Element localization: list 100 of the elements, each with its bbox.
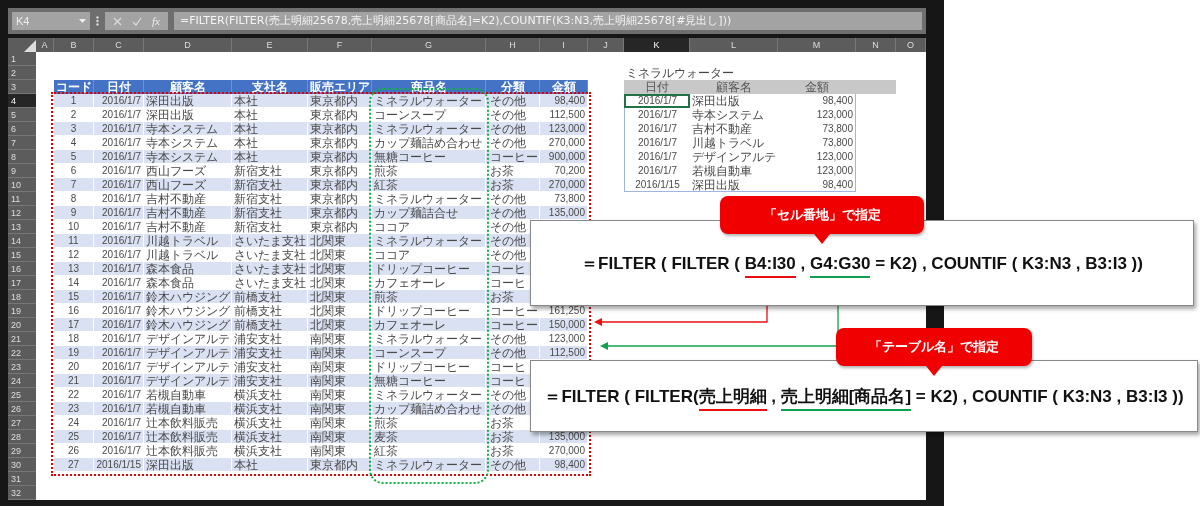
row-number[interactable]: 17 [8,276,36,290]
column-letter[interactable]: N [856,38,896,52]
row-number[interactable]: 30 [8,458,36,472]
table-cell: 15 [54,290,94,304]
column-letter[interactable]: F [308,38,372,52]
row-number[interactable]: 6 [8,122,36,136]
row-number[interactable]: 20 [8,318,36,332]
table-cell-text: 吉村不動産 [691,122,753,136]
row-number[interactable]: 8 [8,150,36,164]
column-letter[interactable]: B [54,38,94,52]
table-cell: ミネラルウォーター [372,122,486,136]
table-cell: その他 [486,346,540,360]
column-letter[interactable]: H [486,38,540,52]
table-cell: 北関東 [308,234,372,248]
row-number[interactable]: 2 [8,66,36,80]
row-number[interactable]: 29 [8,444,36,458]
row-number[interactable]: 31 [8,472,36,486]
formula-text: ＝FILTER ( FILTER ( B4:I30 , G4:G30 = K2) , COUNTIF ( K3:N3 , B3:I3 )) [581,251,1143,275]
row-number[interactable]: 10 [8,178,36,192]
table-cell: 北関東 [308,290,372,304]
table-cell: 麦茶 [372,430,486,444]
table-cell: 900,000 [540,150,588,164]
column-letter[interactable]: I [540,38,588,52]
column-letter[interactable]: C [94,38,144,52]
column-letter[interactable]: O [896,38,926,52]
table-cell: 煎茶 [372,290,486,304]
column-letter[interactable]: K [624,38,690,52]
column-letter[interactable]: A [36,38,54,52]
column-letter[interactable]: E [232,38,308,52]
table-cell: カフェオーレ [372,318,486,332]
column-letter[interactable]: J [588,38,624,52]
table-cell: 73,800 [778,136,856,150]
row-number[interactable]: 15 [8,248,36,262]
row-number[interactable]: 1 [8,52,36,66]
table-cell-text: 深田出版 [691,94,741,108]
table-cell: 浦安支社 [232,346,308,360]
table-cell: 横浜支社 [232,430,308,444]
row-number[interactable]: 27 [8,416,36,430]
table-cell: 2016/1/7 [94,290,144,304]
table-cell: デザインアルテ [144,374,232,388]
check-icon[interactable] [132,16,142,26]
table-cell: 2016/1/7 [94,262,144,276]
column-letter[interactable]: D [144,38,232,52]
table-cell: 本社 [232,150,308,164]
table-cell: コーンスープ [372,346,486,360]
table-cell: 南関東 [308,346,372,360]
row-number[interactable]: 18 [8,290,36,304]
table-cell: 98,400 [778,178,856,192]
table-cell: 2016/1/7 [94,94,144,108]
row-number[interactable]: 16 [8,262,36,276]
row-number[interactable]: 12 [8,206,36,220]
table-cell: 東京都内 [308,122,372,136]
row-number[interactable]: 3 [8,80,36,94]
cancel-icon[interactable] [113,16,122,26]
table-cell: ミネラルウォーター [372,234,486,248]
row-number[interactable]: 21 [8,332,36,346]
table-cell: コーヒー [486,150,540,164]
table-cell: 東京都内 [308,178,372,192]
column-letter[interactable]: M [778,38,856,52]
table-cell: 東京都内 [308,94,372,108]
row-number[interactable]: 22 [8,346,36,360]
table-cell: ミネラルウォーター [372,94,486,108]
row-number[interactable]: 9 [8,164,36,178]
table-cell: カップ麺詰合せ [372,206,486,220]
table-cell: 深田出版 [144,94,232,108]
column-letter[interactable]: G [372,38,486,52]
row-number[interactable]: 7 [8,136,36,150]
table-cell: 7 [54,178,94,192]
callout-label: 「テーブル名」で指定 [836,328,1032,376]
table-cell: 南関東 [308,402,372,416]
table-cell: 川越トラベル [144,234,232,248]
table-cell: その他 [486,206,540,220]
row-number[interactable]: 25 [8,388,36,402]
table-cell: 本社 [232,122,308,136]
row-number[interactable]: 13 [8,220,36,234]
table-cell: 2016/1/7 [94,178,144,192]
more-icon[interactable] [96,16,99,26]
table-cell: 123,000 [778,150,856,164]
row-number[interactable]: 24 [8,374,36,388]
table-cell: 98,400 [540,458,588,472]
row-number[interactable]: 28 [8,430,36,444]
table-cell-text: デザインアルテ [691,150,777,164]
table-cell: お茶 [486,430,540,444]
row-number[interactable]: 32 [8,486,36,500]
column-letter[interactable]: L [690,38,778,52]
row-number[interactable]: 19 [8,304,36,318]
table-cell: 鈴木ハウジング [144,290,232,304]
table-cell: 135,000 [540,206,588,220]
table-cell: 若槻自動車 [144,402,232,416]
row-number[interactable]: 26 [8,402,36,416]
table-cell: 深田出版 [690,178,778,192]
row-number[interactable]: 11 [8,192,36,206]
table-cell: 2016/1/7 [624,164,690,178]
table-cell: ドリップコーヒー [372,262,486,276]
row-number[interactable]: 23 [8,360,36,374]
row-number[interactable]: 5 [8,108,36,122]
column-header: 金額 [778,80,856,94]
row-number[interactable]: 14 [8,234,36,248]
table-cell: 1 [54,94,94,108]
row-number[interactable]: 4 [8,94,36,108]
